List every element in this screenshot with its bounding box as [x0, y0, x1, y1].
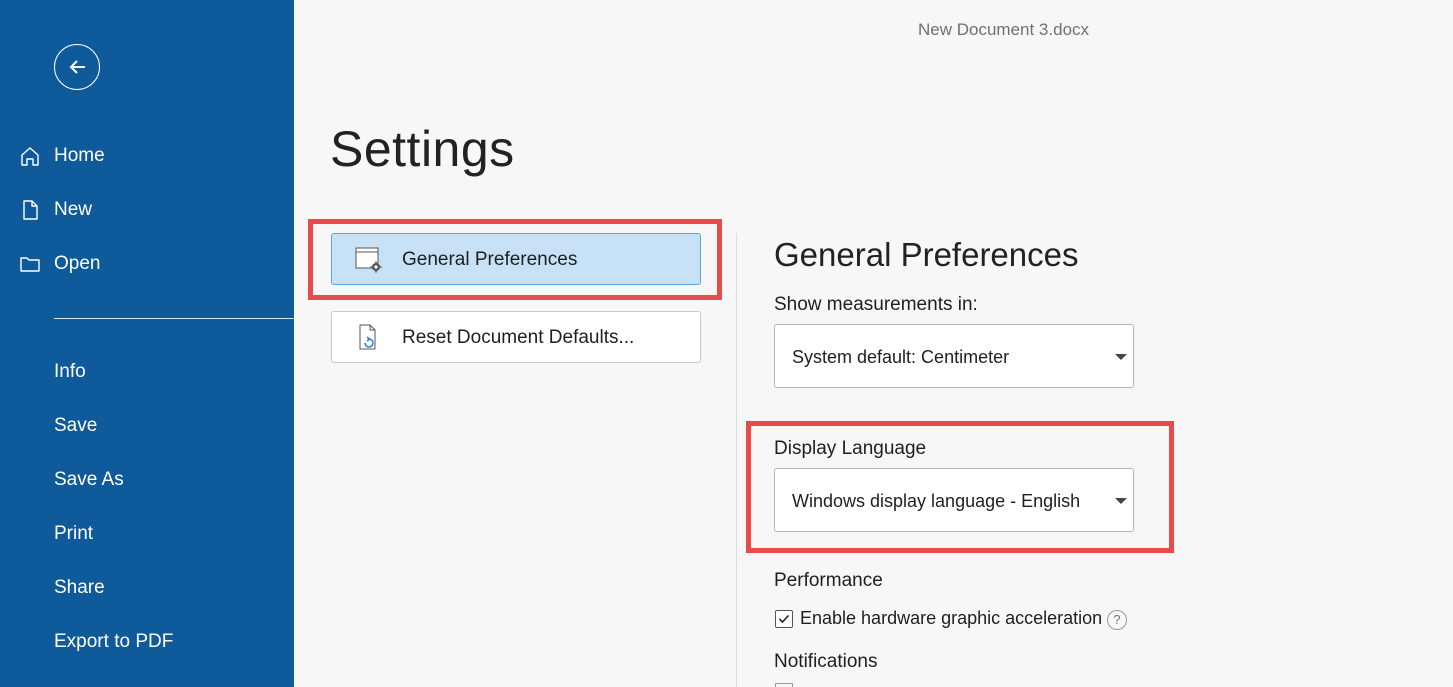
document-refresh-icon	[359, 324, 376, 350]
reset-document-defaults-button[interactable]: Reset Document Defaults...	[331, 311, 701, 363]
measurements-value: System default: Centimeter	[792, 347, 1010, 367]
sidebar-item-print[interactable]: Print	[0, 514, 294, 554]
chevron-down-icon	[1115, 354, 1127, 360]
notifications-label: Notifications	[774, 651, 878, 672]
sidebar-item-label: Info	[54, 361, 86, 382]
document-title: New Document 3.docx	[918, 20, 1090, 39]
notifications-checkbox[interactable]	[775, 683, 793, 687]
measurements-dropdown[interactable]: System default: Centimeter	[774, 324, 1134, 388]
sidebar-item-save-as[interactable]: Save As	[0, 460, 294, 500]
word-settings-window: Home New Open Info Save Save As Print Sh…	[0, 0, 1453, 687]
folder-icon	[20, 257, 40, 272]
performance-label: Performance	[774, 570, 883, 591]
panel-separator	[736, 233, 737, 687]
display-language-label: Display Language	[774, 438, 927, 459]
help-icon[interactable]: ?	[1107, 610, 1127, 630]
sidebar-item-export-pdf[interactable]: Export to PDF	[0, 622, 294, 662]
display-language-dropdown[interactable]: Windows display language - English	[774, 468, 1134, 532]
measurements-label: Show measurements in:	[774, 294, 978, 315]
home-icon	[21, 147, 39, 166]
section-title: General Preferences	[774, 236, 1079, 273]
sidebar-divider	[54, 318, 294, 319]
chevron-down-icon	[1115, 498, 1127, 504]
sidebar-item-label: Home	[54, 145, 105, 166]
sidebar-item-label: Share	[54, 577, 105, 598]
reset-document-defaults-label: Reset Document Defaults...	[402, 327, 635, 348]
sidebar-item-label: Open	[54, 253, 101, 274]
arrow-left-icon	[69, 60, 85, 74]
back-button[interactable]	[54, 44, 100, 90]
sidebar-item-save[interactable]: Save	[0, 406, 294, 446]
sidebar-item-label: Print	[54, 523, 94, 544]
sidebar-item-share[interactable]: Share	[0, 568, 294, 608]
sidebar-item-label: Save As	[54, 469, 124, 490]
hardware-acceleration-checkbox[interactable]	[775, 610, 793, 628]
sidebar-item-info[interactable]: Info	[0, 352, 294, 392]
sidebar-item-label: Export to PDF	[54, 631, 174, 652]
document-icon	[23, 200, 38, 220]
general-preferences-button[interactable]: General Preferences	[331, 233, 701, 285]
sidebar-item-home[interactable]: Home	[0, 136, 294, 176]
page-title: Settings	[330, 121, 515, 177]
backstage-sidebar: Home New Open Info Save Save As Print Sh…	[0, 0, 294, 687]
sidebar-item-label: New	[54, 199, 93, 220]
hardware-acceleration-label: Enable hardware graphic acceleration	[800, 608, 1103, 628]
checkmark-icon	[778, 614, 790, 624]
sidebar-item-new[interactable]: New	[0, 190, 294, 230]
display-language-value: Windows display language - English	[792, 491, 1081, 511]
sidebar-item-label: Save	[54, 415, 98, 436]
window-gear-icon	[355, 247, 382, 273]
sidebar-item-open[interactable]: Open	[0, 244, 294, 284]
general-preferences-label: General Preferences	[402, 249, 578, 270]
